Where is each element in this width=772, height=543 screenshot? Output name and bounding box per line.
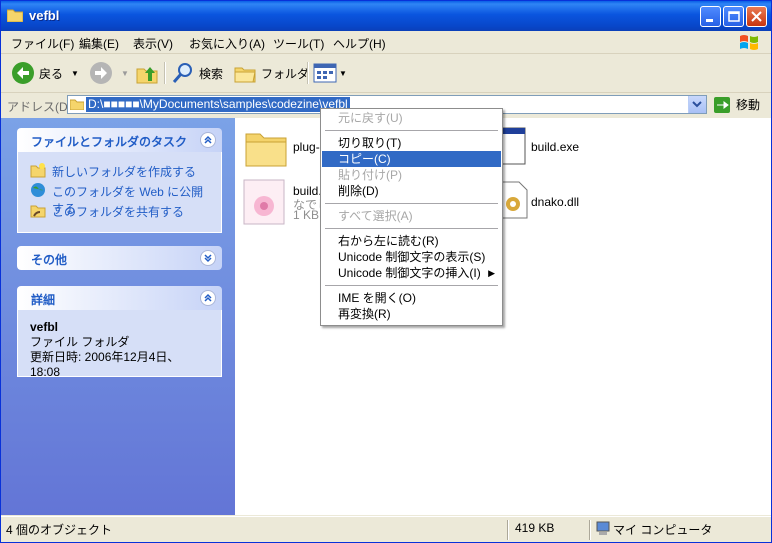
folders-icon	[234, 67, 256, 83]
search-icon	[172, 63, 192, 83]
go-label: 移動	[736, 98, 761, 112]
windows-logo-icon	[740, 35, 758, 50]
file-name: dnako.dll	[531, 195, 580, 209]
menu-insert-unicode-control[interactable]: Unicode 制御文字の挿入(I) ▶	[322, 265, 501, 281]
maximize-icon	[728, 11, 740, 22]
image-file-icon	[243, 179, 285, 225]
details-panel: 詳細 vefbl ファイル フォルダ 更新日時: 2006年12月4日、18:0…	[17, 286, 222, 379]
menu-delete[interactable]: 削除(D)	[322, 183, 501, 199]
status-location: マイ コンピュータ	[613, 523, 713, 537]
status-object-count: 4 個のオブジェクト	[6, 523, 113, 537]
submenu-arrow-icon: ▶	[488, 268, 495, 278]
file-name: build.exe	[531, 140, 580, 154]
back-arrow-icon	[12, 62, 34, 84]
folder-icon	[70, 99, 84, 110]
views-icon	[313, 63, 337, 83]
other-places-panel: その他	[17, 246, 222, 270]
menu-favorites[interactable]: お気に入り(A)	[189, 35, 265, 52]
close-icon	[751, 11, 762, 22]
file-item-plug[interactable]: plug-	[244, 128, 320, 171]
task-label: 新しいフォルダを作成する	[52, 165, 197, 179]
chevron-down-icon	[692, 101, 702, 108]
status-bar: 4 個のオブジェクト 419 KB マイ コンピュータ	[1, 516, 771, 542]
detail-name: vefbl	[30, 320, 59, 334]
task-new-folder[interactable]: 新しいフォルダを作成する	[30, 160, 209, 180]
dll-icon	[500, 181, 528, 219]
folder-tasks-panel: ファイルとフォルダのタスク 新しいフォルダを作成する このフォルダを Web に…	[17, 128, 222, 233]
folder-icon	[245, 133, 287, 167]
maximize-button[interactable]	[723, 6, 744, 27]
menu-bar: ファイル(F) 編集(E) 表示(V) お気に入り(A) ツール(T) ヘルプ(…	[1, 31, 771, 54]
title-bar[interactable]: vefbl	[1, 1, 771, 31]
menu-copy[interactable]: コピー(C)	[322, 151, 501, 167]
views-button[interactable]: ▼	[313, 60, 347, 86]
menu-undo[interactable]: 元に戻す(U)	[322, 110, 501, 126]
menu-paste[interactable]: 貼り付け(P)	[322, 167, 501, 183]
minimize-button[interactable]	[700, 6, 721, 27]
up-folder-icon	[136, 67, 158, 84]
menu-open-ime[interactable]: IME を開く(O)	[322, 290, 501, 306]
file-size: 1 KB	[293, 208, 320, 222]
folder-tasks-title: ファイルとフォルダのタスク	[31, 135, 188, 149]
collapse-chevron-icon[interactable]	[200, 132, 216, 148]
detail-type: ファイル フォルダ	[30, 335, 130, 349]
search-label: 検索	[199, 66, 224, 81]
expand-chevron-icon[interactable]	[200, 250, 216, 266]
forward-dropdown-icon[interactable]: ▼	[121, 69, 129, 78]
menu-view[interactable]: 表示(V)	[133, 35, 173, 52]
menu-select-all[interactable]: すべて選択(A)	[322, 208, 501, 224]
task-pane: ファイルとフォルダのタスク 新しいフォルダを作成する このフォルダを Web に…	[1, 118, 235, 515]
new-folder-icon	[30, 163, 46, 178]
file-item-dnako-dll[interactable]: dnako.dll	[499, 180, 579, 223]
menu-rtl-reading[interactable]: 右から左に読む(R)	[322, 233, 501, 249]
menu-help[interactable]: ヘルプ(H)	[333, 35, 386, 52]
search-button[interactable]: 検索	[171, 60, 223, 86]
details-title: 詳細	[31, 293, 56, 307]
file-item-build-image[interactable]: build. なでし 1 KB	[242, 178, 329, 229]
detail-modified: 更新日時: 2006年12月4日、18:08	[30, 350, 180, 379]
explorer-window: vefbl ファイル(F) 編集(E) 表示(V) お気に入り(A) ツール(T…	[0, 0, 772, 543]
menu-cut[interactable]: 切り取り(T)	[322, 135, 501, 151]
menu-file[interactable]: ファイル(F)	[11, 35, 74, 52]
menu-tools[interactable]: ツール(T)	[273, 35, 324, 52]
address-dropdown-button[interactable]	[688, 96, 706, 113]
go-arrow-icon	[714, 96, 730, 113]
back-label: 戻る	[39, 66, 64, 81]
status-size: 419 KB	[515, 521, 555, 535]
task-publish-web[interactable]: このフォルダを Web に公開する	[30, 180, 209, 216]
address-value[interactable]: D:\■■■■■\MyDocuments\samples\codezine\ve…	[86, 97, 350, 112]
toolbar: 戻る ▼ ▼ 検索 フォルダ ▼	[1, 54, 771, 93]
other-places-header[interactable]: その他	[17, 246, 222, 270]
folder-tasks-header[interactable]: ファイルとフォルダのタスク	[17, 128, 222, 152]
globe-icon	[31, 183, 45, 197]
back-dropdown-icon[interactable]: ▼	[71, 69, 79, 78]
other-places-title: その他	[31, 253, 68, 267]
computer-icon	[596, 521, 610, 535]
menu-show-unicode-control[interactable]: Unicode 制御文字の表示(S)	[322, 249, 501, 265]
file-name: plug-	[293, 140, 320, 154]
go-button[interactable]: 移動	[713, 95, 760, 114]
folder-icon	[7, 9, 23, 22]
address-label: アドレス(D)	[7, 100, 72, 114]
details-header[interactable]: 詳細	[17, 286, 222, 310]
back-button[interactable]: 戻る ▼	[11, 60, 79, 86]
task-label: このフォルダを共有する	[52, 205, 185, 219]
forward-arrow-icon	[90, 62, 112, 84]
forward-button[interactable]: ▼	[89, 60, 129, 86]
menu-edit[interactable]: 編集(E)	[79, 35, 119, 52]
task-share-folder[interactable]: このフォルダを共有する	[30, 200, 209, 220]
menu-reconvert[interactable]: 再変換(R)	[322, 306, 501, 322]
collapse-chevron-icon[interactable]	[200, 290, 216, 306]
up-folder-button[interactable]	[135, 60, 159, 86]
context-menu: 元に戻す(U) 切り取り(T) コピー(C) 貼り付け(P) 削除(D) すべて…	[320, 108, 503, 326]
window-title: vefbl	[29, 8, 60, 23]
share-folder-icon	[30, 205, 46, 218]
close-button[interactable]	[746, 6, 767, 27]
minimize-icon	[706, 19, 713, 22]
folders-label: フォルダ	[261, 66, 310, 81]
folders-button[interactable]: フォルダ	[233, 60, 309, 86]
views-dropdown-icon[interactable]: ▼	[339, 69, 347, 78]
